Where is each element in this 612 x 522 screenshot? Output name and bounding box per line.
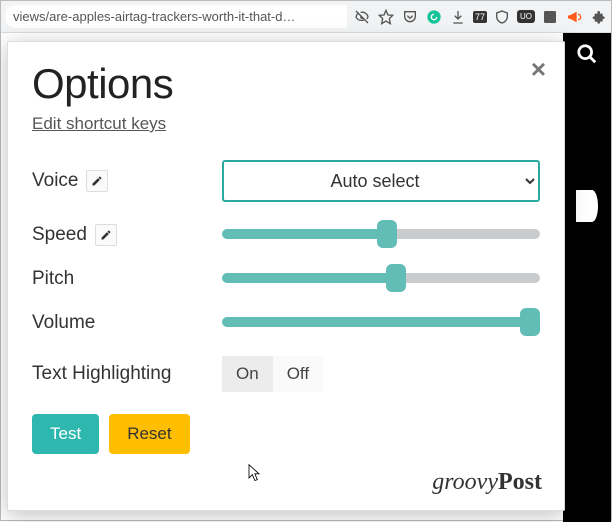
row-pitch: Pitch bbox=[32, 268, 540, 290]
volume-label: Volume bbox=[32, 312, 95, 334]
edit-shortcuts-link[interactable]: Edit shortcut keys bbox=[32, 114, 166, 134]
cursor-icon bbox=[244, 462, 264, 489]
brand-left: groovy bbox=[432, 469, 498, 495]
pencil-icon bbox=[100, 229, 112, 241]
page-underlay-right bbox=[563, 33, 611, 522]
megaphone-icon[interactable] bbox=[565, 8, 583, 26]
highlighting-toggle: On Off bbox=[222, 356, 540, 392]
edit-speed-button[interactable] bbox=[95, 224, 117, 246]
speed-label: Speed bbox=[32, 224, 87, 246]
grammarly-icon[interactable] bbox=[425, 8, 443, 26]
search-icon[interactable] bbox=[576, 43, 598, 70]
reset-button[interactable]: Reset bbox=[109, 414, 189, 454]
panel-title: Options bbox=[32, 60, 540, 108]
grid-icon[interactable] bbox=[541, 8, 559, 26]
pencil-icon bbox=[91, 175, 103, 187]
highlighting-on-button[interactable]: On bbox=[222, 356, 273, 392]
pitch-label: Pitch bbox=[32, 268, 74, 290]
voice-select[interactable]: Auto select bbox=[222, 160, 540, 202]
close-icon[interactable]: × bbox=[531, 56, 546, 82]
underlay-shape bbox=[576, 190, 598, 222]
highlighting-label: Text Highlighting bbox=[32, 363, 171, 385]
options-panel: × Options Edit shortcut keys Voice Auto … bbox=[7, 41, 565, 511]
ublock-badge-icon[interactable]: UO bbox=[517, 10, 535, 23]
voice-label: Voice bbox=[32, 170, 78, 192]
pocket-icon[interactable] bbox=[401, 8, 419, 26]
brand-right: Post bbox=[498, 469, 542, 495]
action-buttons: Test Reset bbox=[32, 414, 540, 454]
speed-slider[interactable] bbox=[222, 229, 540, 239]
test-button[interactable]: Test bbox=[32, 414, 99, 454]
volume-slider[interactable] bbox=[222, 317, 540, 327]
row-speed: Speed bbox=[32, 224, 540, 246]
download-badge-icon[interactable] bbox=[449, 8, 467, 26]
extensions-puzzle-icon[interactable] bbox=[589, 8, 607, 26]
browser-toolbar: views/are-apples-airtag-trackers-worth-i… bbox=[1, 1, 611, 33]
row-highlighting: Text Highlighting On Off bbox=[32, 356, 540, 392]
shield-icon[interactable] bbox=[493, 8, 511, 26]
row-voice: Voice Auto select bbox=[32, 160, 540, 202]
url-fragment: views/are-apples-airtag-trackers-worth-i… bbox=[5, 5, 347, 28]
eye-off-icon[interactable] bbox=[353, 8, 371, 26]
counter-badge: 77 bbox=[473, 11, 487, 23]
star-icon[interactable] bbox=[377, 8, 395, 26]
highlighting-off-button[interactable]: Off bbox=[273, 356, 323, 392]
pitch-slider[interactable] bbox=[222, 273, 540, 283]
row-volume: Volume bbox=[32, 312, 540, 334]
edit-voice-button[interactable] bbox=[86, 170, 108, 192]
brand-watermark: groovyPost bbox=[432, 469, 542, 496]
